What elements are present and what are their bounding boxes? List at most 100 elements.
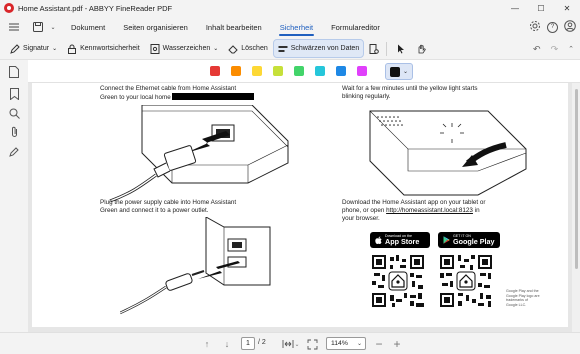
redaction-color-bar: ⌄ bbox=[28, 60, 580, 83]
tab-inhalt-bearbeiten[interactable]: Inhalt bearbeiten bbox=[197, 16, 271, 38]
settings-gear-icon[interactable] bbox=[529, 20, 541, 34]
step-4-line-2-prefix: phone, or open bbox=[342, 207, 387, 214]
step-2-line-1: Wait for a few minutes until the yellow … bbox=[342, 85, 478, 92]
step-3-text: Plug the power supply cable into Home As… bbox=[100, 199, 236, 215]
collapse-ribbon-icon[interactable]: ⌃ bbox=[568, 45, 574, 53]
app-store-big-label: App Store bbox=[385, 237, 420, 246]
attachment-icon[interactable] bbox=[7, 125, 21, 139]
zoom-level-select[interactable]: 114% ⌄ bbox=[326, 337, 366, 350]
delete-button[interactable]: Löschen bbox=[224, 40, 271, 57]
redact-label: Schwärzen von Daten bbox=[290, 45, 360, 52]
menu-right-icons: ? bbox=[529, 16, 576, 38]
bottom-navigation-bar: ↑ ↓ 1 / 2 ⌄ 114% ⌄ − + bbox=[0, 332, 580, 354]
zoom-in-icon[interactable]: + bbox=[390, 337, 404, 351]
pages-icon[interactable] bbox=[7, 65, 21, 79]
total-pages-label: / 2 bbox=[258, 339, 266, 346]
next-page-arrow-icon[interactable]: ↓ bbox=[220, 337, 234, 351]
previous-page-arrow-icon[interactable]: ↑ bbox=[200, 337, 214, 351]
hand-icon bbox=[418, 44, 426, 53]
color-swatch-lime[interactable] bbox=[273, 66, 283, 76]
app-store-text: Download on the App Store bbox=[385, 234, 419, 246]
ribbon-divider bbox=[386, 41, 388, 56]
pen-icon bbox=[10, 43, 20, 54]
color-swatch-red[interactable] bbox=[210, 66, 220, 76]
document-viewport[interactable]: Connect the Ethernet cable from Home Ass… bbox=[28, 83, 580, 332]
step-2-text: Wait for a few minutes until the yellow … bbox=[342, 85, 478, 101]
signature-button[interactable]: Signatur ⌄ bbox=[6, 40, 61, 57]
signature-pen-icon[interactable] bbox=[7, 144, 21, 158]
tab-formulareditor[interactable]: Formulareditor bbox=[322, 16, 389, 38]
watermark-label: Wasserzeichen bbox=[162, 45, 211, 52]
chevron-down-icon: ⌄ bbox=[356, 341, 362, 347]
current-page-input[interactable]: 1 bbox=[241, 337, 255, 350]
delete-label: Löschen bbox=[241, 45, 268, 52]
title-bar: Home Assistant.pdf - ABBYY FineReader PD… bbox=[0, 0, 580, 16]
help-icon[interactable]: ? bbox=[547, 21, 558, 33]
select-tool-button[interactable] bbox=[392, 40, 410, 57]
account-icon[interactable] bbox=[564, 20, 576, 34]
status-light-illustration bbox=[369, 110, 527, 196]
lock-icon bbox=[68, 44, 77, 54]
ribbon-toolbar: Signatur ⌄ Kennwortsicherheit Wasserzeic… bbox=[0, 38, 580, 60]
search-icon[interactable] bbox=[7, 106, 21, 120]
color-swatches bbox=[210, 66, 367, 76]
vertical-scrollbar[interactable] bbox=[572, 83, 580, 332]
chevron-down-icon: ⌄ bbox=[52, 46, 58, 52]
password-security-button[interactable]: Kennwortsicherheit bbox=[63, 40, 144, 57]
bookmark-icon[interactable] bbox=[7, 87, 21, 101]
color-swatch-blue[interactable] bbox=[336, 66, 346, 76]
app-store-badge[interactable]: Download on the App Store bbox=[370, 232, 430, 248]
undo-icon[interactable]: ↶ bbox=[533, 44, 541, 55]
tab-sicherheit[interactable]: Sicherheit bbox=[271, 16, 322, 38]
maximize-button[interactable]: ☐ bbox=[528, 0, 554, 16]
step-2-line-2: blinking regularly. bbox=[342, 93, 391, 100]
redo-icon[interactable]: ↷ bbox=[551, 44, 559, 55]
step-1-line-2: Green to your local home bbox=[100, 94, 171, 101]
left-sidebar bbox=[0, 60, 28, 354]
pdf-page: Connect the Ethernet cable from Home Ass… bbox=[32, 83, 568, 327]
color-swatch-magenta[interactable] bbox=[357, 66, 367, 76]
color-swatch-orange[interactable] bbox=[231, 66, 241, 76]
color-swatch-green[interactable] bbox=[294, 66, 304, 76]
save-dropdown-chevron-icon[interactable]: ⌄ bbox=[48, 17, 58, 37]
step-1-text: Connect the Ethernet cable from Home Ass… bbox=[100, 85, 255, 102]
zoom-out-icon[interactable]: − bbox=[372, 337, 386, 351]
redaction-box bbox=[172, 93, 255, 100]
step-4-line-2-suffix: in bbox=[472, 207, 480, 214]
history-controls: ↶ ↷ ⌃ bbox=[533, 38, 574, 60]
color-swatch-yellow[interactable] bbox=[252, 66, 262, 76]
selected-color-dropdown[interactable]: ⌄ bbox=[385, 63, 413, 80]
step-4-text: Download the Home Assistant app on your … bbox=[342, 199, 486, 223]
homeassistant-link[interactable]: http://homeassistant.local:8123 bbox=[386, 207, 473, 214]
fit-width-chevron-icon[interactable]: ⌄ bbox=[293, 337, 301, 351]
apple-icon bbox=[375, 236, 382, 244]
qr-code-app-store bbox=[370, 253, 426, 309]
window-controls: — ☐ ✕ bbox=[502, 0, 580, 16]
hamburger-menu-icon[interactable] bbox=[4, 17, 24, 37]
save-icon[interactable] bbox=[28, 17, 48, 37]
hand-tool-button[interactable] bbox=[412, 40, 430, 57]
chevron-down-icon: ⌄ bbox=[213, 46, 219, 52]
redact-data-button[interactable]: Schwärzen von Daten bbox=[272, 39, 365, 58]
power-connection-illustration bbox=[120, 217, 271, 315]
watermark-button[interactable]: Wasserzeichen ⌄ bbox=[146, 40, 223, 57]
minimize-button[interactable]: — bbox=[502, 0, 528, 16]
color-swatch-cyan[interactable] bbox=[315, 66, 325, 76]
eraser-icon bbox=[228, 44, 238, 53]
app-logo-icon bbox=[4, 3, 14, 13]
trademark-notice: Google Play and the Google Play logo are… bbox=[506, 289, 540, 307]
signature-label: Signatur bbox=[23, 45, 50, 52]
tab-seiten-organisieren[interactable]: Seiten organisieren bbox=[114, 16, 197, 38]
close-button[interactable]: ✕ bbox=[554, 0, 580, 16]
google-play-badge[interactable]: GET IT ON Google Play bbox=[438, 232, 500, 248]
fit-page-expand-icon[interactable] bbox=[305, 337, 319, 351]
redact-icon bbox=[278, 45, 288, 52]
step-4-line-3: your browser. bbox=[342, 215, 380, 222]
google-play-text: GET IT ON Google Play bbox=[453, 234, 495, 246]
tab-dokument[interactable]: Dokument bbox=[62, 16, 114, 38]
google-play-big-label: Google Play bbox=[453, 237, 495, 246]
redact-options-button[interactable] bbox=[365, 40, 383, 57]
window-title: Home Assistant.pdf - ABBYY FineReader PD… bbox=[18, 3, 173, 13]
chevron-down-icon: ⌄ bbox=[403, 69, 409, 75]
scrollbar-thumb[interactable] bbox=[575, 89, 578, 269]
